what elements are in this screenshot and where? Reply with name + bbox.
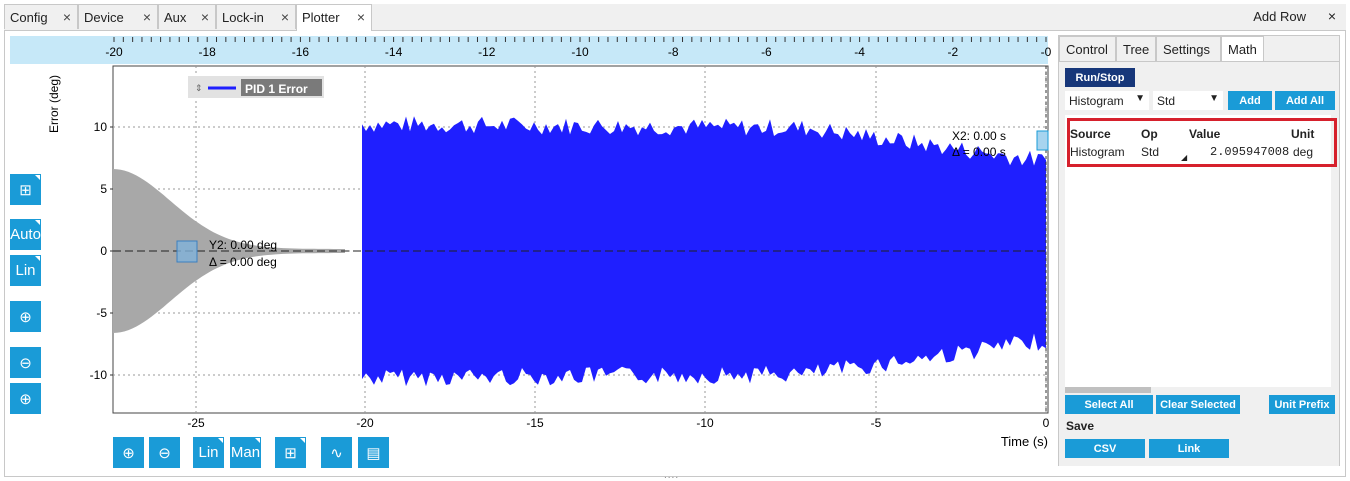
x-tick-label: -10	[696, 416, 714, 430]
grid-cursor-tool-icon: ⊞	[284, 444, 297, 462]
y-cursor-delta: Δ = 0.00 deg	[209, 255, 277, 269]
lin-label: Lin	[198, 444, 219, 461]
op-select[interactable]: Std ▼	[1153, 91, 1223, 110]
x-tick-label: 0	[1043, 416, 1050, 430]
plot-chart[interactable]: -20 -18 -16 -14 -12 -10 -8 -6 -4 -2 -0 10 5 0 -5 -10 -…	[0, 0, 1058, 481]
zoom-fit-button[interactable]: ⊕	[10, 301, 41, 332]
row-value[interactable]: 2.095947008	[1210, 145, 1289, 159]
y-tick-label: -10	[90, 368, 108, 382]
source-select[interactable]: Histogram ▼	[1065, 91, 1149, 110]
y-tick-label: 5	[100, 182, 107, 196]
grid-cursor-tool-button[interactable]: ⊞	[275, 437, 306, 468]
clear-selected-button[interactable]: Clear Selected	[1156, 395, 1240, 414]
tab-math[interactable]: Math	[1221, 36, 1264, 62]
zoom-in-icon: ⊕	[122, 444, 135, 462]
man-label: Man	[230, 444, 261, 461]
top-tick-label: -16	[292, 45, 310, 59]
y-axis-label: Error (deg)	[47, 75, 61, 133]
top-tick-label: -20	[105, 45, 123, 59]
highlight-box	[1067, 118, 1337, 167]
tab-settings[interactable]: Settings	[1156, 36, 1221, 62]
y-cursor-value: Y2: 0.00 deg	[209, 238, 277, 252]
top-tick-label: -6	[761, 45, 772, 59]
grid-cursor-tool-button[interactable]: ⊞	[10, 174, 41, 205]
zoom-out-button[interactable]: ⊖	[149, 437, 180, 468]
x-tick-label: -15	[526, 416, 544, 430]
lin-scale-button[interactable]: Lin	[10, 255, 41, 286]
header-unit: Unit	[1291, 127, 1315, 141]
x-cursor-handle[interactable]	[1036, 130, 1049, 151]
top-tick-label: -14	[385, 45, 403, 59]
dropdown-arrow-icon: ▼	[1135, 93, 1145, 104]
top-tick-label: -8	[668, 45, 679, 59]
dropdown-arrow-icon: ▼	[1209, 93, 1219, 104]
math-results-table[interactable]: Source Op Value Unit Histogram Std ◢ 2.0…	[1065, 115, 1337, 387]
csv-button[interactable]: CSV	[1065, 439, 1145, 458]
x-tick-label: -20	[356, 416, 374, 430]
save-heading: Save	[1066, 419, 1095, 433]
x-cursor-delta: Δ = 0.00 s	[952, 145, 1006, 159]
y-tick-label: -5	[96, 306, 107, 320]
top-tick-label: -10	[571, 45, 589, 59]
run-stop-button[interactable]: Run/Stop	[1065, 68, 1135, 87]
math-panel: Control Tree Settings Math Run/Stop Hist…	[1058, 35, 1340, 466]
add-all-button[interactable]: Add All	[1275, 91, 1335, 110]
top-tick-label: -18	[199, 45, 217, 59]
add-button[interactable]: Add	[1228, 91, 1272, 110]
row-op[interactable]: Std	[1141, 145, 1159, 159]
y-tick-label: 0	[100, 244, 107, 258]
header-value: Value	[1189, 127, 1221, 141]
grid-cursor-tool-icon: ⊞	[19, 181, 32, 199]
resize-handle-icon: ◢	[1181, 153, 1188, 162]
lin-scale-button[interactable]: Lin	[193, 437, 224, 468]
x-axis-label: Time (s)	[1001, 434, 1048, 449]
auto-scale-button[interactable]: Auto	[10, 219, 41, 250]
zoom-out-icon: ⊖	[19, 354, 32, 372]
row-source[interactable]: Histogram	[1070, 145, 1125, 159]
x-tick-label: -25	[187, 416, 205, 430]
top-tick-label: -12	[478, 45, 496, 59]
source-select-value: Histogram	[1069, 94, 1124, 108]
zoom-out-icon: ⊖	[158, 444, 171, 462]
select-all-button[interactable]: Select All	[1065, 395, 1153, 414]
tab-tree[interactable]: Tree	[1116, 36, 1156, 62]
x-tick-label: -5	[871, 416, 882, 430]
export-table-button[interactable]: ▤	[358, 437, 389, 468]
legend-label: PID 1 Error	[245, 82, 308, 96]
close-icon[interactable]: ×	[1328, 8, 1336, 24]
add-row-button[interactable]: Add Row	[1253, 9, 1306, 24]
lin-label: Lin	[15, 262, 36, 279]
resize-grip-icon[interactable]: ....	[664, 470, 679, 481]
tab-control[interactable]: Control	[1059, 36, 1116, 62]
row-unit[interactable]: deg	[1293, 145, 1313, 159]
zoom-in-button[interactable]: ⊕	[113, 437, 144, 468]
x-cursor-value: X2: 0.00 s	[952, 129, 1006, 143]
op-select-value: Std	[1157, 94, 1176, 108]
horizontal-scrollbar[interactable]	[1065, 387, 1151, 393]
y-cursor-handle[interactable]	[176, 240, 198, 263]
top-tick-label: -4	[854, 45, 865, 59]
y-tick-label: 10	[94, 120, 108, 134]
zoom-in-button[interactable]: ⊕	[10, 383, 41, 414]
zoom-fit-icon: ⊕	[19, 308, 32, 326]
bottom-axis-ticks: -25 -20 -15 -10 -5 0	[187, 416, 1049, 430]
link-button[interactable]: Link	[1149, 439, 1229, 458]
zoom-in-icon: ⊕	[19, 390, 32, 408]
export-table-icon: ▤	[366, 444, 381, 462]
top-tick-label: -0	[1041, 45, 1052, 59]
top-axis-bar[interactable]	[10, 36, 1048, 64]
y-axis-ticks: 10 5 0 -5 -10	[90, 120, 113, 382]
top-tick-label: -2	[947, 45, 958, 59]
math-content: Run/Stop Histogram ▼ Std ▼ Add Add All Sou…	[1059, 61, 1339, 466]
legend-sort-icon[interactable]: ⇕	[195, 83, 203, 93]
export-waveform-button[interactable]: ∿	[321, 437, 352, 468]
header-op: Op	[1141, 127, 1158, 141]
manual-scale-button[interactable]: Man	[230, 437, 261, 468]
zoom-out-button[interactable]: ⊖	[10, 347, 41, 378]
auto-label: Auto	[10, 226, 41, 243]
unit-prefix-button[interactable]: Unit Prefix	[1269, 395, 1335, 414]
export-waveform-icon: ∿	[330, 444, 343, 462]
header-source: Source	[1070, 127, 1111, 141]
